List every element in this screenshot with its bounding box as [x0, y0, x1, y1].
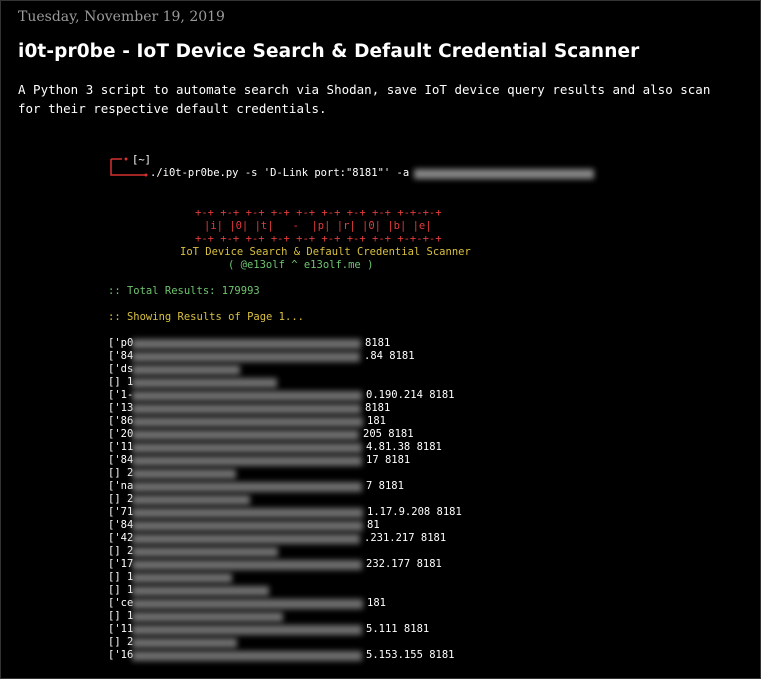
result-suffix: 5.111 8181	[366, 623, 430, 635]
result-prefix: [] 1	[108, 571, 134, 583]
result-prefix: [] 1	[108, 610, 134, 622]
result-suffix: 181	[367, 415, 386, 427]
result-prefix: [] 2	[108, 545, 134, 557]
result-prefix: ['16	[108, 649, 134, 661]
banner-author: ( @e13olf ^ e13olf.me )	[228, 259, 374, 271]
redacted-host	[132, 482, 362, 492]
banner-subtitle: IoT Device Search & Default Credential S…	[180, 246, 471, 258]
redacted-host	[132, 339, 361, 349]
result-suffix: 7 8181	[366, 480, 404, 492]
redacted-host	[132, 430, 359, 440]
result-suffix: 0.190.214 8181	[366, 389, 455, 401]
result-prefix: ['p0	[108, 337, 134, 349]
redacted-host	[132, 469, 236, 479]
redacted-host	[132, 638, 237, 648]
result-suffix: 5.153.155 8181	[366, 649, 455, 661]
result-suffix: 4.81.38 8181	[366, 441, 442, 453]
result-prefix: ['42	[108, 532, 134, 544]
redacted-host	[132, 352, 360, 362]
result-prefix: ['ds	[108, 363, 134, 375]
command-line: ./i0t-pr0be.py -s 'D-Link port:"8181"' -…	[150, 167, 410, 179]
result-prefix: [] 2	[108, 467, 134, 479]
result-suffix: 205 8181	[363, 428, 414, 440]
result-prefix: ['13	[108, 402, 134, 414]
result-prefix: [] 2	[108, 636, 134, 648]
result-prefix: ['11	[108, 623, 134, 635]
redacted-host	[132, 573, 232, 583]
result-prefix: ['86	[108, 415, 134, 427]
result-prefix: [] 2	[108, 493, 134, 505]
result-suffix: 1.17.9.208 8181	[367, 506, 462, 518]
result-prefix: ['84	[108, 350, 134, 362]
redacted-host	[132, 378, 277, 388]
result-suffix: .231.217 8181	[364, 532, 447, 544]
redacted-host	[132, 560, 362, 570]
redacted-host	[132, 547, 278, 557]
redacted-host	[132, 521, 363, 531]
redacted-host	[132, 404, 361, 414]
redacted-host	[132, 599, 363, 609]
redacted-host	[132, 456, 362, 466]
redacted-host	[132, 586, 269, 596]
redacted-host	[132, 508, 363, 518]
redacted-host	[132, 391, 362, 401]
redacted-host	[132, 443, 362, 453]
redacted-api-key	[414, 169, 594, 179]
redacted-host	[132, 625, 362, 635]
result-prefix: [] 1	[108, 584, 134, 596]
redacted-host	[132, 534, 360, 544]
showing-page: :: Showing Results of Page 1...	[108, 311, 304, 323]
result-prefix: ['na	[108, 480, 134, 492]
result-prefix: ['71	[108, 506, 134, 518]
redacted-host	[132, 365, 240, 375]
result-prefix: ['20	[108, 428, 134, 440]
result-prefix: ['84	[108, 454, 134, 466]
banner-line-2: |i| |0| |t| - |p| |r| |0| |b| |e|	[204, 220, 432, 232]
result-prefix: ['1-	[108, 389, 134, 401]
result-suffix: 17 8181	[366, 454, 411, 466]
result-prefix: ['84	[108, 519, 134, 531]
terminal-screenshot: [~] ./i0t-pr0be.py -s 'D-Link port:"8181…	[0, 0, 761, 679]
result-prefix: ['ce	[108, 597, 134, 609]
redacted-host	[132, 417, 363, 427]
result-prefix: [] 1	[108, 376, 134, 388]
result-prefix: ['17	[108, 558, 134, 570]
banner-line-1: +-+ +-+ +-+ +-+ +-+ +-+ +-+ +-+ +-+-+-+	[195, 207, 442, 219]
result-suffix: 8181	[365, 337, 391, 349]
prompt-dir: [~]	[132, 154, 151, 166]
result-suffix: 181	[367, 597, 386, 609]
result-suffix: .84 8181	[364, 350, 415, 362]
result-prefix: ['11	[108, 441, 134, 453]
redacted-host	[132, 495, 250, 505]
redacted-host	[132, 612, 283, 622]
result-suffix: 8181	[365, 402, 391, 414]
result-suffix: 81	[367, 519, 380, 531]
result-suffix: 232.177 8181	[366, 558, 442, 570]
redacted-host	[132, 651, 362, 661]
banner-line-3: +-+ +-+ +-+ +-+ +-+ +-+ +-+ +-+ +-+-+-+	[195, 233, 442, 245]
total-results: :: Total Results: 179993	[108, 285, 260, 297]
